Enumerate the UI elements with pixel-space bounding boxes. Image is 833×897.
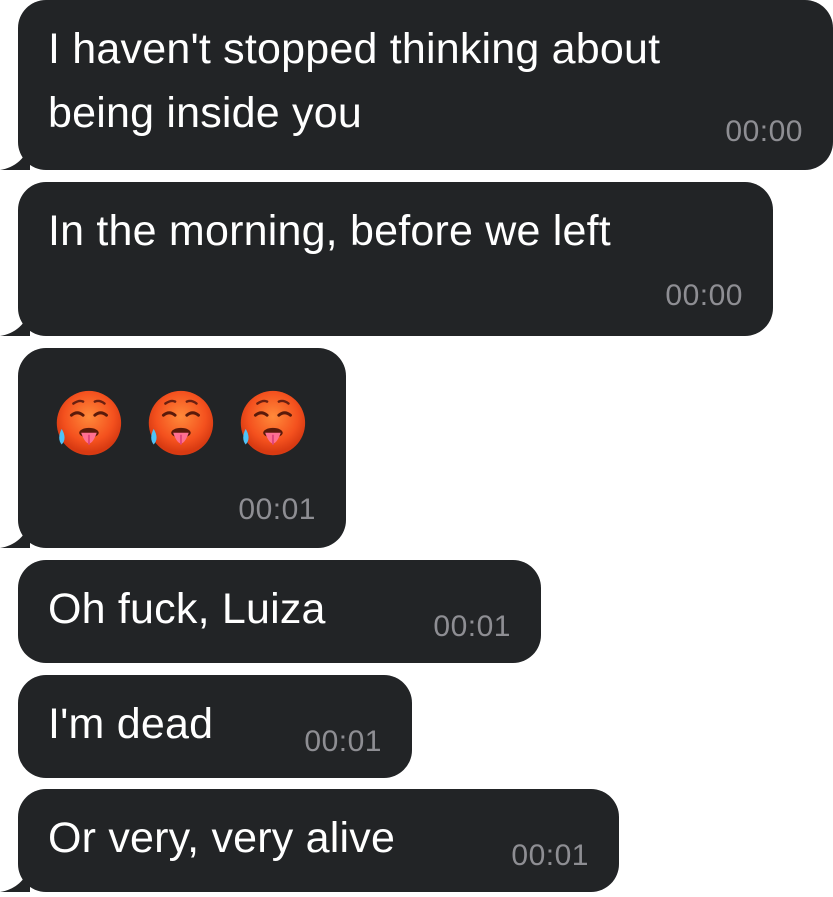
message-text: I haven't stopped thinking about being i… <box>48 25 661 137</box>
message-timestamp: 00:01 <box>511 839 589 872</box>
message-bubble-4[interactable]: Oh fuck, Luiza 00:01 <box>18 560 541 663</box>
emoji-row <box>48 386 310 464</box>
message-timestamp: 00:01 <box>238 493 316 526</box>
hot-face-emoji <box>56 390 122 456</box>
message-text: Or very, very alive <box>48 814 396 862</box>
hot-face-emoji <box>240 390 306 456</box>
message-timestamp: 00:01 <box>433 610 511 643</box>
bubble-tail <box>0 140 30 170</box>
message-timestamp: 00:00 <box>665 279 743 312</box>
message-text: Oh fuck, Luiza <box>48 585 326 633</box>
message-bubble-3[interactable]: 00:01 <box>0 348 346 548</box>
message-bubble-6[interactable]: Or very, very alive 00:01 <box>0 789 619 892</box>
message-bubble-1[interactable]: I haven't stopped thinking about being i… <box>0 0 833 170</box>
message-text: I'm dead <box>48 700 214 748</box>
message-text: In the morning, before we left <box>48 207 611 255</box>
message-timestamp: 00:00 <box>725 115 803 148</box>
message-timestamp: 00:01 <box>304 725 382 758</box>
message-bubble-2[interactable]: In the morning, before we left 00:00 <box>0 182 773 336</box>
bubble-tail <box>0 306 30 336</box>
message-bubble-5[interactable]: I'm dead 00:01 <box>18 675 412 778</box>
bubble-tail <box>0 862 30 892</box>
hot-face-emoji <box>148 390 214 456</box>
bubble-tail <box>0 518 30 548</box>
